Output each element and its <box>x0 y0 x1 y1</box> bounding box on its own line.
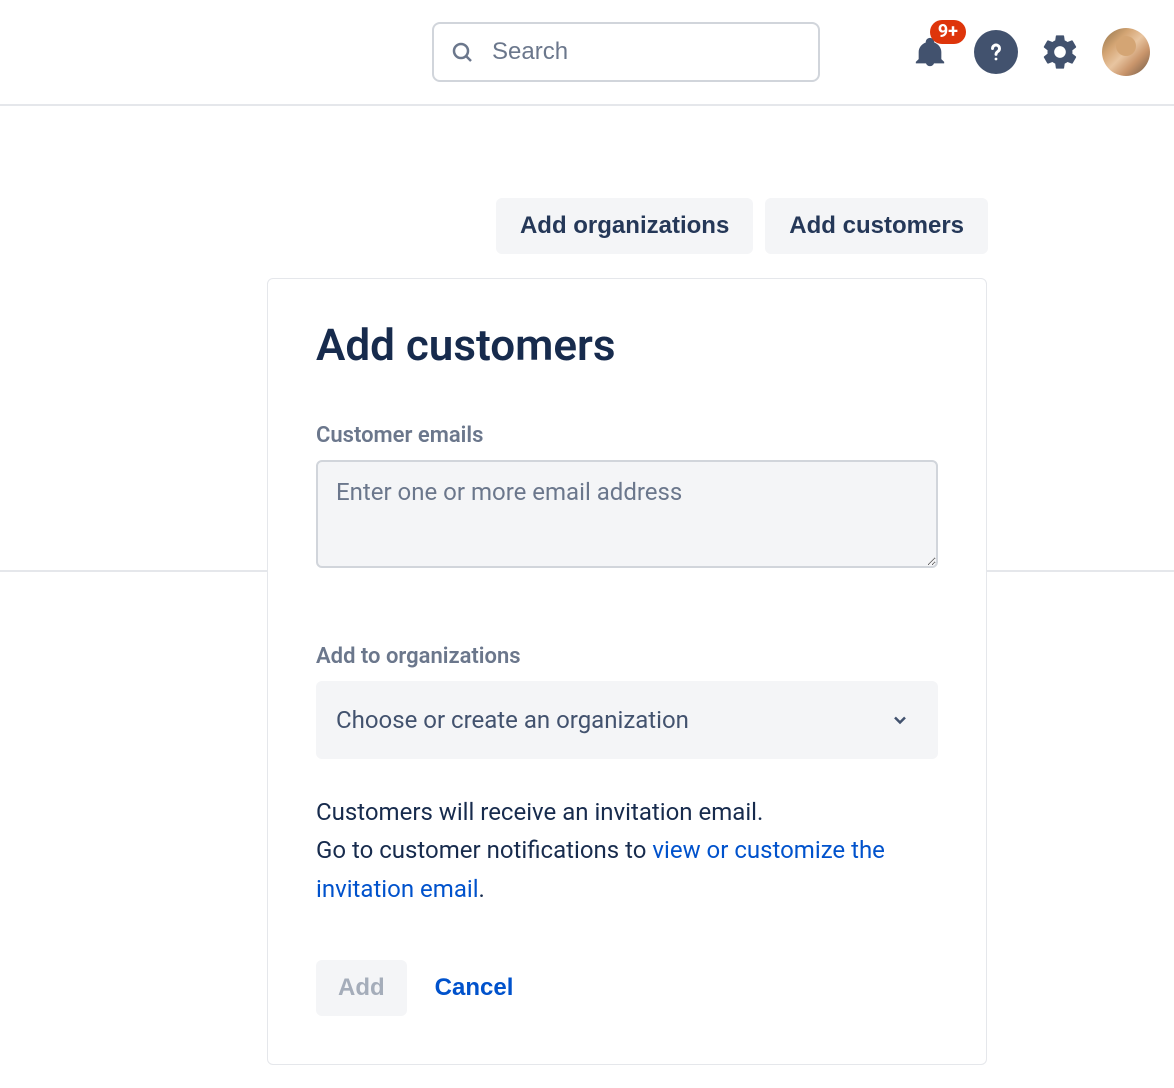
info-line-2: Go to customer notifications to <box>316 836 652 864</box>
help-icon <box>982 38 1010 66</box>
divider-line-right <box>987 570 1066 572</box>
page-actions: Add organizations Add customers <box>0 106 1174 254</box>
settings-button[interactable] <box>1038 30 1082 74</box>
topbar: 9+ <box>0 0 1174 106</box>
info-line-1: Customers will receive an invitation ema… <box>316 798 763 826</box>
modal-title: Add customers <box>316 319 938 371</box>
notification-badge: 9+ <box>930 20 966 44</box>
add-customers-button[interactable]: Add customers <box>765 198 988 254</box>
customer-emails-input[interactable] <box>316 460 938 568</box>
info-period: . <box>479 875 485 903</box>
organization-select[interactable]: Choose or create an organization <box>316 681 938 759</box>
chevron-down-icon <box>890 710 910 730</box>
search-wrap <box>432 22 820 82</box>
search-icon <box>450 40 474 64</box>
organization-select-placeholder: Choose or create an organization <box>336 706 689 734</box>
modal-actions: Add Cancel <box>316 960 938 1016</box>
notifications-button[interactable]: 9+ <box>906 28 954 76</box>
organizations-label: Add to organizations <box>316 644 938 669</box>
add-button[interactable]: Add <box>316 960 407 1016</box>
help-button[interactable] <box>974 30 1018 74</box>
gear-icon <box>1040 32 1080 72</box>
cancel-button[interactable]: Cancel <box>435 974 514 1002</box>
info-text: Customers will receive an invitation ema… <box>316 793 938 908</box>
avatar[interactable] <box>1102 28 1150 76</box>
search-input[interactable] <box>432 22 820 82</box>
add-customers-modal: Add customers Customer emails Add to org… <box>267 278 987 1065</box>
add-organizations-button[interactable]: Add organizations <box>496 198 753 254</box>
customer-emails-label: Customer emails <box>316 423 938 448</box>
